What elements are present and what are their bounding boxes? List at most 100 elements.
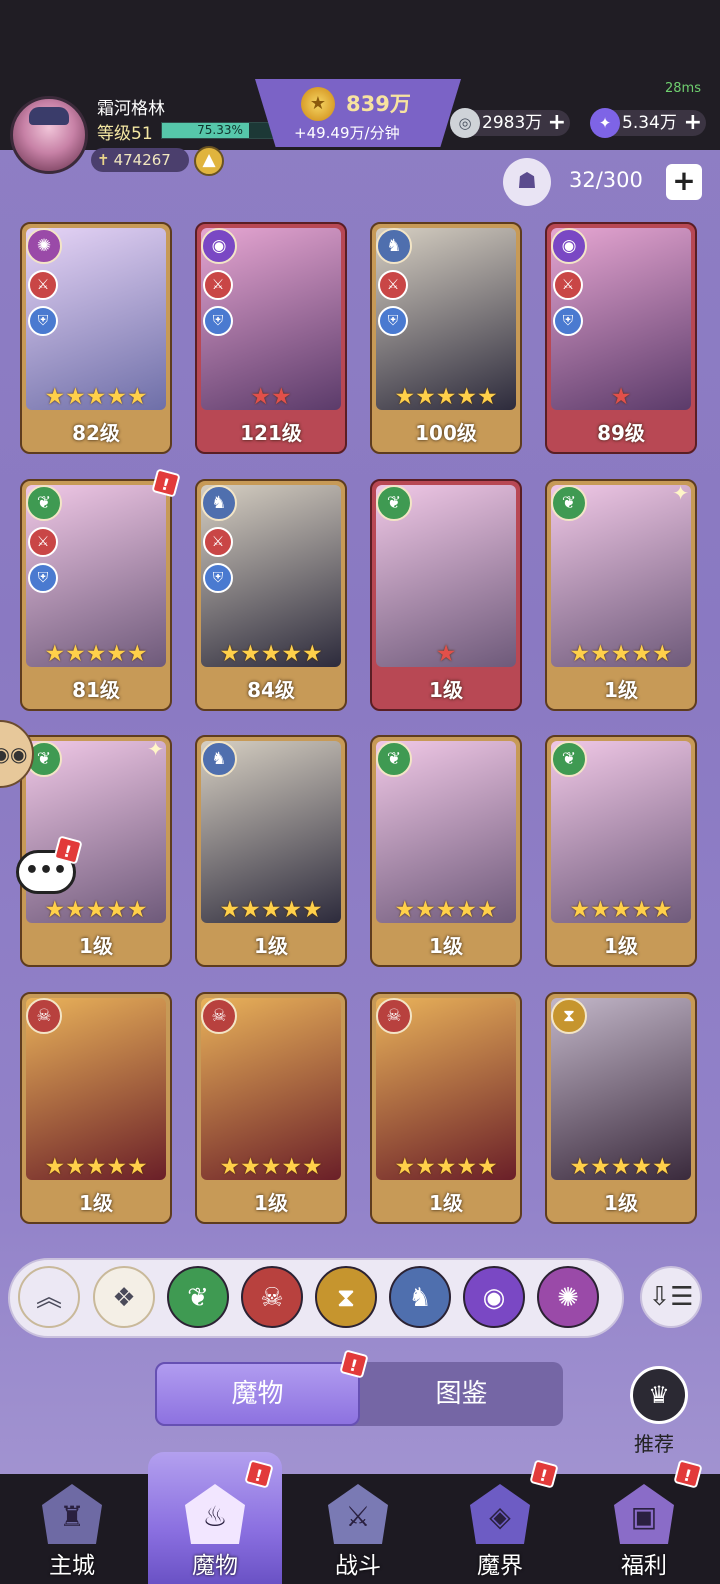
- star-icon: ★: [126, 641, 148, 667]
- star-icon: ★: [569, 1154, 591, 1180]
- player-level: 等级51: [97, 124, 153, 144]
- monster-card[interactable]: ☠ ★★★★★ 1级: [195, 992, 347, 1224]
- star-rating: ★★★★★: [372, 897, 520, 923]
- dragon-faction-icon: ♞: [201, 485, 237, 521]
- star-rating: ★★★★★: [22, 641, 170, 667]
- monster-card[interactable]: ♞ ★★★★★ 1级: [195, 735, 347, 967]
- star-icon: ★: [260, 641, 282, 667]
- collapse-up-filter-button[interactable]: ︽: [18, 1266, 80, 1328]
- star-icon: ★: [610, 897, 632, 923]
- chest-icon: ▣: [614, 1484, 674, 1544]
- monster-card[interactable]: ☠ ★★★★★ 1级: [20, 992, 172, 1224]
- star-icon: ★: [435, 641, 457, 667]
- monster-level: 1级: [429, 678, 463, 702]
- monster-card[interactable]: ◉ ⚔ ⛨ ★★ 121级: [195, 222, 347, 454]
- star-icon: ★: [435, 384, 457, 410]
- xp-percent: 75.33%: [197, 123, 243, 137]
- star-icon: ★: [85, 641, 107, 667]
- star-icon: ★: [126, 384, 148, 410]
- monster-card[interactable]: ◉ ⚔ ⛨ ★ 89级: [545, 222, 697, 454]
- expand-capacity-button[interactable]: +: [666, 164, 702, 200]
- monster-level: 1级: [604, 934, 638, 958]
- hourglass-faction-filter-button[interactable]: ⧗: [315, 1266, 377, 1328]
- nav-portal[interactable]: ◈ 魔界: [440, 1474, 560, 1584]
- star-icon: ★: [106, 384, 127, 410]
- monster-level: 1级: [429, 1191, 463, 1215]
- monster-level: 82级: [72, 421, 120, 445]
- star-icon: ★: [281, 897, 302, 923]
- star-icon: ★: [301, 1154, 323, 1180]
- nav-castle[interactable]: ♜ 主城: [12, 1474, 132, 1584]
- nav-flame[interactable]: ♨ 魔物: [155, 1474, 275, 1584]
- monster-card[interactable]: ❦ ⚔ ⛨ ★★★★★ 81级: [20, 479, 172, 711]
- tab-monsters[interactable]: 魔物: [155, 1362, 360, 1426]
- monster-card[interactable]: ❦ ★★★★★ 1级: [370, 735, 522, 967]
- eye-faction-icon: ◉: [201, 228, 237, 264]
- eye-faction-icon: ◉: [551, 228, 587, 264]
- star-icon: ★: [301, 897, 323, 923]
- demon-faction-icon: ☠: [26, 998, 62, 1034]
- star-icon: ★: [85, 897, 107, 923]
- star-icon: ★: [219, 1154, 241, 1180]
- star-rating: ★★★★★: [547, 897, 695, 923]
- star-icon: ★: [65, 384, 86, 410]
- nav-shield-sword[interactable]: ⚔ 战斗: [298, 1474, 418, 1584]
- add-silver-button[interactable]: +: [548, 110, 566, 136]
- star-icon: ★: [260, 1154, 282, 1180]
- player-name: 霜河格林: [97, 99, 165, 119]
- crystal-pill[interactable]: ✦ 5.34万 +: [590, 108, 706, 138]
- star-icon: ★: [610, 384, 632, 410]
- star-icon: ★: [240, 1154, 261, 1180]
- star-icon: ★: [219, 897, 241, 923]
- add-crystal-button[interactable]: +: [684, 110, 702, 136]
- star-icon: ★: [301, 641, 323, 667]
- nav-chest[interactable]: ▣ 福利: [584, 1474, 704, 1584]
- attack-badge-icon: ⚔: [378, 270, 408, 300]
- star-rating: ★★★★★: [197, 641, 345, 667]
- star-icon: ★: [476, 897, 498, 923]
- eye-faction-filter-button[interactable]: ◉: [463, 1266, 525, 1328]
- defense-badge-icon: ⛨: [28, 563, 58, 593]
- monster-card[interactable]: ⧗ ★★★★★ 1级: [545, 992, 697, 1224]
- monster-level: 1级: [79, 934, 113, 958]
- star-icon: ★: [394, 1154, 416, 1180]
- recommend-label: 推荐: [634, 1432, 674, 1456]
- demon-faction-filter-button[interactable]: ☠: [241, 1266, 303, 1328]
- monster-level: 1级: [604, 1191, 638, 1215]
- sort-button[interactable]: ⇩☰: [640, 1266, 702, 1328]
- defense-badge-icon: ⛨: [378, 306, 408, 336]
- monster-card[interactable]: ❦ ★★★★★ 1级 ✦: [545, 479, 697, 711]
- monster-card[interactable]: ❦ ★★★★★ 1级: [545, 735, 697, 967]
- star-rating: ★★★★★: [22, 1154, 170, 1180]
- monster-card[interactable]: ♞ ⚔ ⛨ ★★★★★ 100级: [370, 222, 522, 454]
- dragon-faction-icon: ♞: [201, 741, 237, 777]
- monster-card[interactable]: ❦ ★ 1级: [370, 479, 522, 711]
- star-icon: ★: [281, 1154, 302, 1180]
- star-icon: ★: [631, 1154, 652, 1180]
- upgrade-button[interactable]: ▲: [194, 146, 224, 176]
- tab-codex[interactable]: 图鉴: [360, 1362, 563, 1426]
- nav-label: 魔界: [477, 1553, 523, 1579]
- monster-level: 84级: [247, 678, 295, 702]
- monster-card[interactable]: ☠ ★★★★★ 1级: [370, 992, 522, 1224]
- star-icon: ★: [65, 897, 86, 923]
- crystal-icon: ✦: [590, 108, 620, 138]
- silver-pill[interactable]: ◎ 2983万 +: [450, 108, 570, 138]
- dragon-faction-icon: ♞: [376, 228, 412, 264]
- star-icon: ★: [435, 1154, 457, 1180]
- star-icon: ★: [415, 384, 436, 410]
- star-rating: ★★★★★: [372, 1154, 520, 1180]
- player-avatar[interactable]: [10, 96, 88, 174]
- dragon-faction-filter-button[interactable]: ♞: [389, 1266, 451, 1328]
- castle-icon: ♜: [42, 1484, 102, 1544]
- star-icon: ★: [44, 641, 66, 667]
- monster-card[interactable]: ♞ ⚔ ⛨ ★★★★★ 84级: [195, 479, 347, 711]
- vortex-faction-filter-button[interactable]: ✺: [537, 1266, 599, 1328]
- sparkle-icon: ✦: [672, 481, 689, 505]
- monster-level: 89级: [597, 421, 645, 445]
- leaf-faction-icon: ❦: [376, 741, 412, 777]
- all-diamond-filter-button[interactable]: ❖: [93, 1266, 155, 1328]
- leaf-faction-filter-button[interactable]: ❦: [167, 1266, 229, 1328]
- recommend-button[interactable]: ♛: [630, 1366, 688, 1424]
- monster-card[interactable]: ✺ ⚔ ⛨ ★★★★★ 82级: [20, 222, 172, 454]
